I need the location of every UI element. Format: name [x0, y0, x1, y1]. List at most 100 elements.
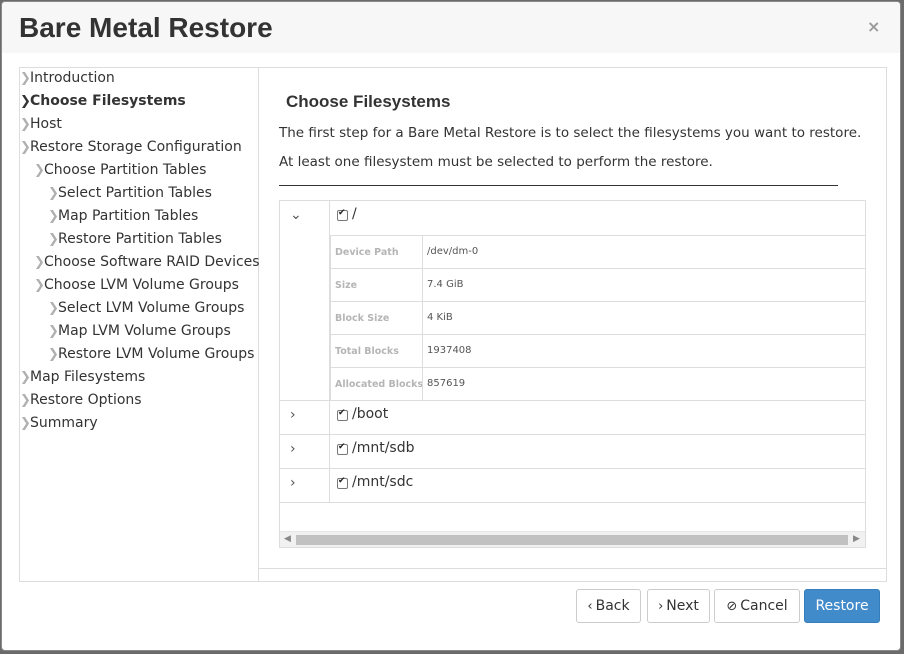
chevron-right-icon: ❯ [48, 232, 59, 247]
nav-item-label: Map LVM Volume Groups [58, 323, 231, 339]
detail-separator [422, 302, 423, 335]
chevron-down-icon: ⌄ [290, 207, 302, 223]
nav-item-label: Choose LVM Volume Groups [44, 277, 239, 293]
filesystem-checkbox[interactable] [337, 208, 348, 221]
nav-item-label: Map Filesystems [30, 369, 146, 385]
nav-item-map-filesystems[interactable]: ❯Map Filesystems [20, 367, 145, 387]
detail-label: Block Size [335, 313, 390, 324]
filesystem-row-mnt-sdb: › /mnt/sdb [280, 435, 865, 469]
filesystem-details: Device Path/dev/dm-0 Size 7.4 GiB Block S… [330, 235, 865, 401]
restore-button[interactable]: Restore [804, 589, 880, 623]
nav-item-restore-partition-tables[interactable]: ❯Restore Partition Tables [48, 229, 222, 249]
nav-item-select-partition-tables[interactable]: ❯Select Partition Tables [48, 183, 212, 203]
expand-toggle[interactable]: › [280, 401, 330, 434]
nav-item-choose-partition-tables[interactable]: ❯Choose Partition Tables [34, 160, 206, 180]
chevron-right-icon: ❯ [48, 209, 59, 224]
nav-item-label: Select LVM Volume Groups [58, 300, 245, 316]
chevron-right-icon: › [290, 475, 296, 491]
wizard-nav: ❯Introduction ❯Choose Filesystems ❯Host … [20, 68, 260, 581]
bare-metal-restore-dialog: Bare Metal Restore × ❯Introduction ❯Choo… [1, 1, 901, 651]
scroll-left-icon[interactable]: ◀ [284, 534, 291, 544]
ban-icon: ⊘ [726, 599, 738, 614]
detail-row: Total Blocks 1937408 [331, 334, 865, 368]
close-icon[interactable]: × [867, 18, 880, 36]
filesystem-tree: ⌄ / Device Path/dev/dm-0 Size 7.4 GiB Blo… [279, 200, 866, 548]
chevron-right-icon: ❯ [48, 301, 59, 316]
expand-toggle[interactable]: › [280, 469, 330, 502]
chevron-right-icon: ❯ [20, 94, 31, 109]
nav-item-introduction[interactable]: ❯Introduction [20, 68, 115, 88]
nav-item-restore-lvm-volume-groups[interactable]: ❯Restore LVM Volume Groups [48, 344, 254, 364]
nav-item-choose-software-raid-devices[interactable]: ❯Choose Software RAID Devices [34, 252, 260, 272]
nav-item-label: Restore Partition Tables [58, 231, 222, 247]
chevron-right-icon: ❯ [20, 416, 31, 431]
detail-separator [422, 236, 423, 269]
back-button[interactable]: ‹ Back [576, 589, 641, 623]
filesystem-checkbox[interactable] [337, 442, 348, 455]
chevron-right-icon: › [658, 599, 664, 614]
detail-value: 1937408 [427, 345, 472, 356]
detail-separator [422, 269, 423, 302]
expand-toggle[interactable]: › [280, 435, 330, 468]
filesystem-checkbox[interactable] [337, 476, 348, 489]
step-requirement: At least one filesystem must be selected… [279, 154, 713, 170]
cancel-button[interactable]: ⊘ Cancel [714, 589, 800, 623]
chevron-right-icon: ❯ [20, 370, 31, 385]
nav-item-select-lvm-volume-groups[interactable]: ❯Select LVM Volume Groups [48, 298, 244, 318]
step-content: Choose Filesystems The first step for a … [259, 68, 886, 568]
detail-label: Total Blocks [335, 346, 399, 357]
nav-item-label: Restore Options [30, 392, 142, 408]
nav-item-label: Choose Filesystems [30, 93, 186, 109]
nav-item-summary[interactable]: ❯Summary [20, 413, 98, 433]
nav-item-label: Summary [30, 415, 98, 431]
dialog-header: Bare Metal Restore × [2, 2, 900, 53]
restore-label: Restore [815, 598, 869, 614]
nav-item-restore-options[interactable]: ❯Restore Options [20, 390, 142, 410]
detail-row: Block Size 4 KiB [331, 301, 865, 335]
nav-item-label: Select Partition Tables [58, 185, 212, 201]
filesystem-checkbox[interactable] [337, 408, 348, 421]
content-divider [259, 568, 886, 569]
nav-item-label: Host [30, 116, 62, 132]
nav-item-map-lvm-volume-groups[interactable]: ❯Map LVM Volume Groups [48, 321, 231, 341]
next-label: Next [666, 598, 699, 614]
collapse-toggle[interactable]: ⌄ [280, 201, 330, 400]
filesystem-label: /mnt/sdc [352, 474, 414, 490]
chevron-right-icon: › [290, 441, 296, 457]
nav-item-choose-filesystems[interactable]: ❯Choose Filesystems [20, 91, 186, 111]
detail-value: /dev/dm-0 [427, 246, 479, 257]
chevron-right-icon: ❯ [48, 347, 59, 362]
detail-separator [422, 335, 423, 368]
step-description: The first step for a Bare Metal Restore … [279, 125, 862, 141]
nav-item-label: Restore Storage Configuration [30, 139, 242, 155]
dialog-title: Bare Metal Restore [19, 12, 273, 43]
nav-item-map-partition-tables[interactable]: ❯Map Partition Tables [48, 206, 198, 226]
cancel-label: Cancel [740, 598, 788, 614]
nav-item-label: Choose Software RAID Devices [44, 254, 260, 270]
filesystem-row-boot: › /boot [280, 401, 865, 435]
detail-row: Allocated Blocks 857619 [331, 367, 865, 401]
nav-item-host[interactable]: ❯Host [20, 114, 62, 134]
chevron-right-icon: ❯ [34, 278, 45, 293]
detail-row: Size 7.4 GiB [331, 268, 865, 302]
filesystem-row-root: ⌄ / Device Path/dev/dm-0 Size 7.4 GiB Blo… [280, 201, 865, 401]
chevron-left-icon: ‹ [587, 599, 593, 614]
detail-separator [422, 368, 423, 401]
wizard-body: ❯Introduction ❯Choose Filesystems ❯Host … [19, 67, 887, 582]
chevron-right-icon: ❯ [20, 393, 31, 408]
nav-item-label: Map Partition Tables [58, 208, 199, 224]
detail-value: 4 KiB [427, 312, 453, 323]
next-button[interactable]: › Next [647, 589, 710, 623]
scrollbar-thumb[interactable] [296, 535, 848, 545]
scroll-right-icon[interactable]: ▶ [853, 534, 860, 544]
detail-row: Device Path/dev/dm-0 [331, 235, 865, 269]
detail-label: Device Path [335, 247, 399, 258]
detail-value: 857619 [427, 378, 466, 389]
chevron-right-icon: ❯ [20, 71, 31, 86]
chevron-right-icon: ❯ [48, 324, 59, 339]
chevron-right-icon: › [290, 407, 296, 423]
horizontal-scrollbar[interactable]: ◀ ▶ [280, 531, 865, 547]
nav-item-restore-storage-configuration[interactable]: ❯Restore Storage Configuration [20, 137, 242, 157]
divider [279, 185, 838, 186]
nav-item-choose-lvm-volume-groups[interactable]: ❯Choose LVM Volume Groups [34, 275, 239, 295]
